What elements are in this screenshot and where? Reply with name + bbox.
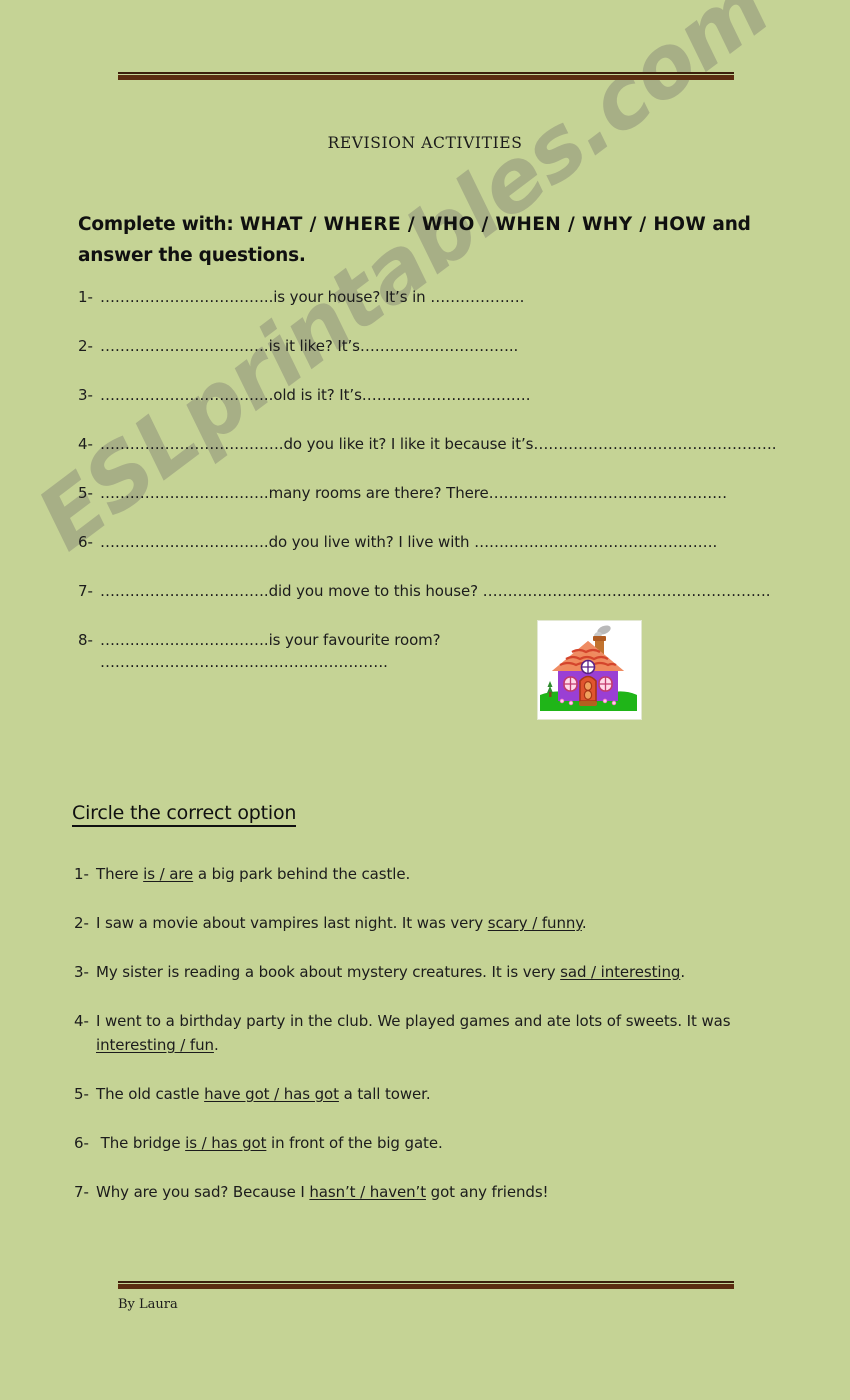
item-number: 7- — [74, 1183, 89, 1201]
question-row: 8- …………………………….is your favourite room? ………… — [78, 631, 798, 680]
circle-option-row: 1- There is / are a big park behind the c… — [74, 862, 814, 886]
fill-in-questions-list: 1- ……………………………..is your house? It’s in ……… — [78, 288, 798, 680]
sentence-after: . — [680, 963, 685, 981]
question-text[interactable]: …………………………….is it like? It’s………………………….. — [100, 337, 518, 355]
sentence-after: got any friends! — [426, 1183, 549, 1201]
question-number: 1- — [78, 288, 93, 306]
sentence-after: in front of the big gate. — [266, 1134, 443, 1152]
question-text[interactable]: …………………………….do you live with? I live wit… — [100, 533, 717, 551]
question-text[interactable]: ……………………………..old is it? It’s……………………………. — [100, 386, 530, 404]
item-sentence: My sister is reading a book about myster… — [96, 963, 685, 981]
answer-options[interactable]: have got / has got — [204, 1085, 339, 1103]
answer-options[interactable]: sad / interesting — [560, 963, 680, 981]
question-row: 6- …………………………….do you live with? I live w… — [78, 533, 798, 582]
sentence-after: a tall tower. — [338, 1085, 431, 1103]
answer-options[interactable]: interesting / fun — [96, 1036, 214, 1054]
question-number: 7- — [78, 582, 93, 600]
circle-option-row: 4- I went to a birthday party in the club… — [74, 1009, 814, 1057]
item-sentence: The bridge is / has got in front of the … — [96, 1134, 443, 1152]
circle-option-row: 7- Why are you sad? Because I hasn’t / ha… — [74, 1180, 814, 1204]
question-text[interactable]: …………………………….did you move to this house? … — [100, 582, 771, 600]
item-number: 2- — [74, 914, 89, 932]
item-number: 3- — [74, 963, 89, 981]
circle-option-row: 2- I saw a movie about vampires last nigh… — [74, 911, 814, 935]
item-number: 5- — [74, 1085, 89, 1103]
question-number: 3- — [78, 386, 93, 404]
item-sentence: The old castle have got / has got a tall… — [96, 1085, 431, 1103]
sentence-before: I saw a movie about vampires last night.… — [96, 914, 488, 932]
author-credit: By Laura — [118, 1297, 178, 1312]
sentence-before: I went to a birthday party in the club. … — [96, 1012, 731, 1030]
question-text[interactable]: ……………………………..is your house? It’s in …………… — [100, 288, 524, 306]
item-number: 6- — [74, 1134, 89, 1152]
question-text[interactable]: ……………………………….do you like it? I like it b… — [100, 435, 777, 453]
question-row: 7- …………………………….did you move to this house… — [78, 582, 798, 631]
sentence-after: a big park behind the castle. — [193, 865, 411, 883]
item-sentence: I went to a birthday party in the club. … — [74, 1012, 814, 1057]
circle-option-row: 3- My sister is reading a book about myst… — [74, 960, 814, 984]
question-row: 4- ……………………………….do you like it? I like it… — [78, 435, 798, 484]
question-number: 4- — [78, 435, 93, 453]
circle-option-row: 6- The bridge is / has got in front of t… — [74, 1131, 814, 1155]
sentence-before: The old castle — [96, 1085, 205, 1103]
item-sentence: There is / are a big park behind the cas… — [96, 865, 410, 883]
page-title: REVISION ACTIVITIES — [327, 134, 523, 152]
question-text[interactable]: …………………………….is your favourite room? — [100, 631, 441, 649]
cartoon-house-image — [537, 620, 642, 720]
answer-options[interactable]: scary / funny — [488, 914, 582, 932]
worksheet-page: ESLprintables.com REVISION ACTIVITIES Co… — [0, 0, 850, 1400]
question-answer-line[interactable]: …………………………………………………. — [100, 653, 798, 671]
answer-options[interactable]: is / are — [143, 865, 193, 883]
section1-instruction: Complete with: WHAT / WHERE / WHO / WHEN… — [78, 209, 778, 271]
question-text[interactable]: …………………………….many rooms are there? There…… — [100, 484, 727, 502]
instruction-wh-words: WHAT / WHERE / WHO / WHEN / WHY / HOW — [239, 214, 707, 235]
sentence-before: Why are you sad? Because I — [96, 1183, 310, 1201]
question-row: 5- …………………………….many rooms are there? Ther… — [78, 484, 798, 533]
section2-instruction: Circle the correct option — [72, 802, 296, 827]
item-sentence: I saw a movie about vampires last night.… — [96, 914, 587, 932]
instruction-lead: Complete with: — [78, 214, 234, 235]
sentence-before: There — [96, 865, 144, 883]
question-number: 5- — [78, 484, 93, 502]
question-row: 2- …………………………….is it like? It’s…………………………… — [78, 337, 798, 386]
sentence-before: My sister is reading a book about myster… — [96, 963, 561, 981]
item-sentence: Why are you sad? Because I hasn’t / have… — [96, 1183, 549, 1201]
circle-option-list: 1- There is / are a big park behind the c… — [74, 862, 814, 1229]
sentence-before: The bridge — [96, 1134, 186, 1152]
question-number: 8- — [78, 631, 93, 649]
answer-options[interactable]: is / has got — [185, 1134, 266, 1152]
circle-option-row: 5- The old castle have got / has got a ta… — [74, 1082, 814, 1106]
sentence-wrapped-line: interesting / fun. — [96, 1033, 814, 1057]
item-number: 1- — [74, 865, 89, 883]
question-number: 2- — [78, 337, 93, 355]
item-number: 4- — [74, 1012, 89, 1030]
question-row: 1- ……………………………..is your house? It’s in ……… — [78, 288, 798, 337]
worksheet-content: REVISION ACTIVITIES Complete with: WHAT … — [0, 0, 850, 1400]
sentence-after: . — [581, 914, 587, 932]
question-row: 3- ……………………………..old is it? It’s…………………………… — [78, 386, 798, 435]
answer-options[interactable]: hasn’t / haven’t — [309, 1183, 426, 1201]
sentence-after: . — [213, 1036, 219, 1054]
question-number: 6- — [78, 533, 93, 551]
